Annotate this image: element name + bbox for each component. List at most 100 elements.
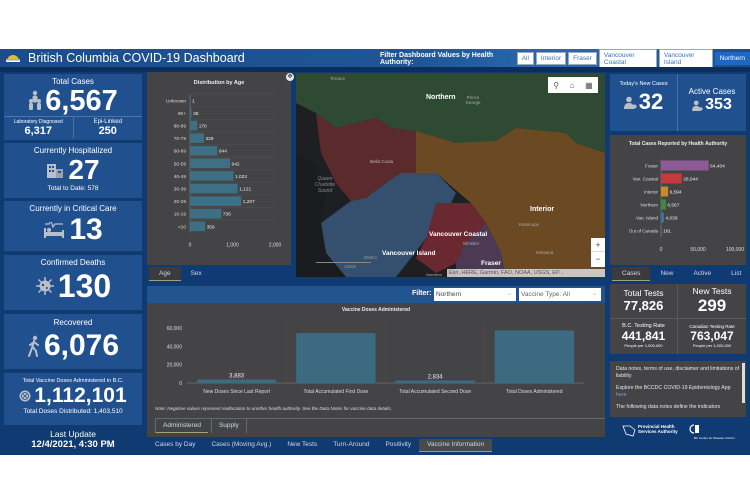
map-scale-bar: 200km 100mi (316, 255, 377, 269)
tab-new-tests[interactable]: New Tests (279, 439, 325, 452)
recovered-label: Recovered (53, 318, 93, 327)
last-update-value: 12/4/2021, 4:30 PM (31, 439, 115, 450)
x-tick-label: 0 (660, 247, 663, 253)
vaccine-filter-bar: Filter: Northern ⌄ Vaccine Type: All ⌄ (147, 286, 605, 303)
chart-title: Total Cases Reported by Health Authority (629, 141, 728, 147)
tab-cases-by-day[interactable]: Cases by Day (147, 439, 203, 452)
bc-rate-unit: People per 1,000,000 (624, 343, 663, 348)
ha-button-northern[interactable]: Northern (714, 52, 750, 65)
authority-select-value: Northern (436, 291, 462, 298)
map-home-icon[interactable]: ⌂ (570, 81, 575, 90)
scale-mi: 100mi (344, 264, 357, 269)
map-place-queen-charlotte-sound: Queen Charlotte Sound (314, 176, 336, 194)
ha-button-interior[interactable]: Interior (535, 52, 567, 65)
value-label: 2,834 (428, 374, 444, 380)
dashboard-title: British Columbia COVID-19 Dashboard (28, 51, 245, 65)
category-label: Total Accumulated Second Dose (399, 389, 471, 395)
value-label: 181 (663, 229, 671, 235)
map-place-prince-george: Prince George (465, 95, 481, 105)
map-attribution: Esri, HERE, Garmin, FAO, NOAA, USGS, EP.… (447, 269, 605, 277)
ha-button-fraser[interactable]: Fraser (568, 52, 597, 65)
age-sex-tabs: Age Sex (149, 267, 212, 281)
walking-person-icon (27, 335, 39, 357)
x-tick-label: 50,000 (690, 247, 706, 253)
notes-scrollbar[interactable] (742, 363, 745, 403)
data-notes-panel: Data notes, terms of use, disclaimer and… (610, 361, 746, 417)
hospitalized-total: Total to Date: 578 (47, 185, 99, 192)
epi-linked-value: 250 (98, 125, 117, 137)
y-tick-label: 60,000 (167, 326, 183, 332)
tab-administered[interactable]: Administered (155, 419, 208, 433)
authority-select[interactable]: Northern ⌄ (434, 288, 516, 301)
bottom-tabs: Cases by Day Cases (Moving Avg.) New Tes… (147, 439, 493, 452)
vaccine-type-select[interactable]: Vaccine Type: All ⌄ (519, 288, 601, 301)
person-active-icon (692, 100, 703, 111)
header: British Columbia COVID-19 Dashboard Filt… (0, 48, 750, 69)
chart-title: Vaccine Doses Administered (342, 307, 410, 313)
map[interactable]: Northern Interior Vancouver Coastal Vanc… (296, 73, 605, 277)
bar (196, 379, 277, 383)
map-search-icon[interactable]: ⚲ (553, 81, 559, 90)
value-label: 1 (192, 98, 195, 104)
tab-cases-moving-avg[interactable]: Cases (Moving Avg.) (203, 439, 279, 452)
deaths-label: Confirmed Deaths (40, 258, 106, 267)
phsa-logo-icon (622, 425, 636, 437)
y-tick-label: 20,000 (167, 363, 183, 369)
ha-button-all[interactable]: All (516, 52, 534, 65)
tab-positivity[interactable]: Positivity (377, 439, 419, 452)
people-icon (29, 90, 42, 110)
new-tests-value: 299 (697, 296, 727, 315)
value-label: 1,121 (239, 187, 251, 193)
bar (190, 108, 192, 118)
new-tests-label: New Tests (692, 286, 732, 296)
category-label: 30-39 (174, 187, 187, 193)
map-basemap-icon[interactable]: ▦ (585, 81, 593, 90)
chevron-down-icon: ⌄ (591, 291, 597, 297)
category-label: Unknown (166, 98, 186, 104)
bar (190, 196, 242, 206)
tab-vaccine-information[interactable]: Vaccine Information (419, 439, 493, 452)
tab-turn-around[interactable]: Turn-Around (325, 439, 377, 452)
notes-line-1[interactable]: Data notes, terms of use, disclaimer and… (616, 366, 740, 380)
bar (190, 171, 234, 181)
bar (190, 158, 231, 169)
category-label: 40-49 (174, 174, 187, 180)
tab-new[interactable]: New (650, 267, 683, 281)
tab-supply[interactable]: Supply (210, 419, 247, 433)
scale-km: 200km (363, 255, 377, 260)
category-label: Fraser (645, 164, 659, 169)
tab-cases[interactable]: Cases (612, 267, 651, 281)
bc-rate-value: 441,841 (621, 329, 666, 343)
ha-button-vancouver-coastal[interactable]: Vancouver Coastal (598, 48, 657, 69)
notes-line-3: The following data notes define the indi… (616, 404, 721, 411)
ha-button-vancouver-island[interactable]: Vancouver Island (658, 48, 713, 69)
category-label: 80-89 (174, 124, 187, 130)
bar (661, 160, 709, 171)
tab-age[interactable]: Age (149, 267, 181, 281)
bar (190, 208, 222, 219)
map-label-fraser: Fraser (481, 260, 501, 267)
bccdc-logo-text: BC Centre for Disease Control (694, 436, 735, 440)
vaccine-note: Note: Negative values represent realloca… (155, 406, 392, 411)
hospitalized-value: 27 (68, 154, 100, 185)
virus-icon (35, 277, 54, 295)
bar (661, 173, 682, 184)
zoom-in-button[interactable]: + (591, 238, 605, 252)
bar (190, 120, 198, 131)
category-label: 10-19 (174, 212, 187, 218)
map-place-terrace: Terrace (330, 76, 346, 81)
vaccine-distributed: Total Doses Distributed: 1,403,510 (23, 408, 123, 415)
expand-icon[interactable]: ✥ (286, 73, 294, 81)
cases-tabs: Cases New Active List (612, 267, 750, 281)
tab-list[interactable]: List (721, 267, 750, 281)
hospital-icon (47, 164, 64, 178)
notes-line-2: Explore the BCCDC COVID-19 Epidemiology … (616, 385, 740, 399)
epi-app-link[interactable]: here (616, 392, 626, 398)
zoom-out-button[interactable]: − (591, 252, 605, 266)
tab-sex[interactable]: Sex (181, 267, 212, 281)
map-regions (296, 73, 605, 277)
tab-active[interactable]: Active (683, 267, 721, 281)
map-place-whistler: Whistler (463, 241, 480, 246)
category-label: Van. Coastal (633, 177, 658, 182)
vaccine-tabs: Administered Supply (155, 418, 605, 433)
